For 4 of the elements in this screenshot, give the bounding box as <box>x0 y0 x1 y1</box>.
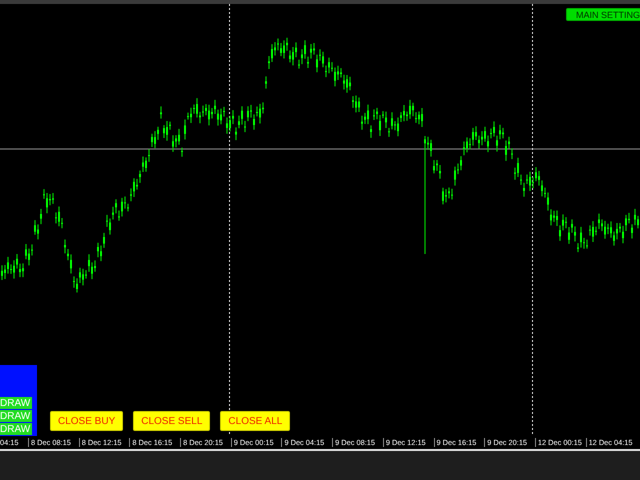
main-settings-button[interactable]: MAIN SETTING <box>566 8 640 21</box>
close-button[interactable]: CLOSE ALL <box>220 411 290 431</box>
close-button[interactable]: CLOSE BUY <box>50 411 124 431</box>
close-button[interactable]: CLOSE SELL <box>133 411 210 431</box>
